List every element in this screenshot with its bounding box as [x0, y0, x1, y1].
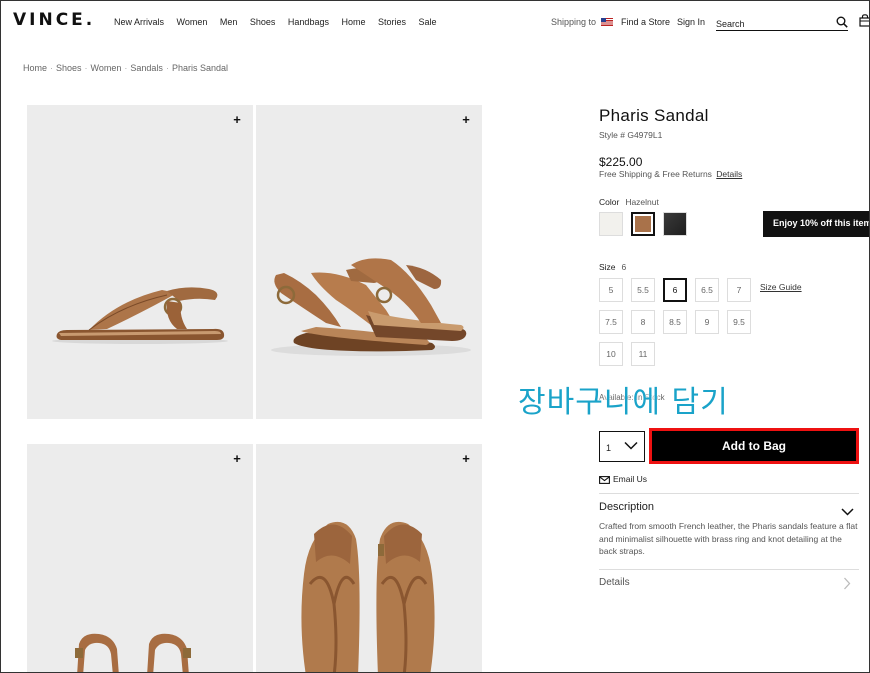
- product-title: Pharis Sandal: [599, 106, 709, 125]
- zoom-plus-icon[interactable]: +: [230, 452, 244, 466]
- breadcrumb-women[interactable]: Women: [91, 63, 122, 73]
- size-option[interactable]: 6.5: [695, 278, 719, 302]
- sign-in-link[interactable]: Sign In: [677, 17, 705, 27]
- size-option[interactable]: 5: [599, 278, 623, 302]
- zoom-plus-icon[interactable]: +: [230, 113, 244, 127]
- email-us-label: Email Us: [613, 474, 648, 484]
- envelope-icon: [599, 476, 610, 484]
- quantity-value: 1: [606, 443, 612, 453]
- shipping-details-link[interactable]: Details: [716, 169, 742, 179]
- chevron-down-icon[interactable]: [841, 503, 854, 521]
- size-option[interactable]: 5.5: [631, 278, 655, 302]
- product-image-side[interactable]: +: [27, 105, 253, 419]
- sandal-pair-view: [271, 258, 471, 356]
- size-option[interactable]: 8: [631, 310, 655, 334]
- nav-shoes[interactable]: Shoes: [250, 17, 276, 27]
- breadcrumb: Home · Shoes · Women · Sandals · Pharis Sandal: [23, 63, 228, 73]
- swatch-white[interactable]: [599, 212, 623, 236]
- shipping-text: Free Shipping & Free Returns: [599, 169, 712, 179]
- breadcrumb-current: Pharis Sandal: [171, 63, 228, 73]
- product-image-back[interactable]: +: [27, 444, 253, 672]
- zoom-plus-icon[interactable]: +: [459, 113, 473, 127]
- add-to-bag-button[interactable]: Add to Bag: [649, 428, 859, 464]
- nav-handbags[interactable]: Handbags: [288, 17, 329, 27]
- nav-sale[interactable]: Sale: [419, 17, 437, 27]
- size-label: Size: [599, 262, 616, 272]
- product-style-number: Style # G4979L1: [599, 130, 663, 140]
- find-store-link[interactable]: Find a Store: [621, 17, 670, 27]
- shipping-info: Free Shipping & Free Returns Details: [599, 169, 742, 179]
- color-value: Hazelnut: [625, 197, 659, 207]
- nav-stories[interactable]: Stories: [378, 17, 406, 27]
- color-row-label: Color Hazelnut: [599, 197, 659, 207]
- us-flag-icon: [600, 18, 613, 26]
- size-option-selected[interactable]: 6: [663, 278, 687, 302]
- annotation-add-to-cart: 장바구니에 담기: [518, 385, 729, 420]
- search-input[interactable]: [716, 17, 826, 31]
- description-toggle[interactable]: Description: [599, 501, 654, 513]
- size-option[interactable]: 7: [727, 278, 751, 302]
- page-frame: VINCE. New Arrivals Women Men Shoes Hand…: [0, 0, 870, 673]
- swatch-black[interactable]: [663, 212, 687, 236]
- size-option[interactable]: 7.5: [599, 310, 623, 334]
- sandal-side-view: [52, 287, 228, 344]
- product-image-pair[interactable]: +: [256, 105, 482, 419]
- size-guide-link[interactable]: Size Guide: [760, 282, 802, 292]
- breadcrumb-home[interactable]: Home: [23, 63, 47, 73]
- sandal-back-view: [75, 633, 191, 672]
- details-toggle[interactable]: Details: [599, 577, 630, 588]
- shopping-bag-icon[interactable]: [859, 14, 869, 32]
- swatch-hazelnut[interactable]: [631, 212, 655, 236]
- shipping-country[interactable]: Shipping to: [551, 17, 613, 27]
- sandal-top-view: [301, 521, 435, 672]
- description-text: Crafted from smooth French leather, the …: [599, 521, 858, 556]
- product-price: $225.00: [599, 155, 643, 169]
- chevron-right-icon[interactable]: [843, 577, 851, 595]
- nav-men[interactable]: Men: [220, 17, 238, 27]
- size-value: 6: [621, 262, 627, 272]
- size-option[interactable]: 8.5: [663, 310, 687, 334]
- vince-logo[interactable]: VINCE.: [13, 10, 95, 30]
- product-image-top[interactable]: +: [256, 444, 482, 672]
- size-row-label: Size 6: [599, 262, 626, 272]
- email-us-link[interactable]: Email Us: [599, 474, 647, 484]
- add-to-bag-label: Add to Bag: [652, 431, 856, 461]
- quantity-select[interactable]: 1: [599, 431, 645, 462]
- color-label: Color: [599, 197, 620, 207]
- size-option[interactable]: 10: [599, 342, 623, 366]
- promo-banner[interactable]: Enjoy 10% off this item: [763, 211, 869, 237]
- nav-home[interactable]: Home: [341, 17, 365, 27]
- nav-women[interactable]: Women: [177, 17, 208, 27]
- size-option[interactable]: 11: [631, 342, 655, 366]
- nav-new-arrivals[interactable]: New Arrivals: [114, 17, 164, 27]
- size-option[interactable]: 9.5: [727, 310, 751, 334]
- site-header: VINCE. New Arrivals Women Men Shoes Hand…: [1, 1, 869, 43]
- divider: [599, 569, 859, 570]
- chevron-down-icon: [624, 441, 638, 452]
- search-box: [716, 14, 848, 31]
- search-icon[interactable]: [836, 15, 848, 33]
- zoom-plus-icon[interactable]: +: [459, 452, 473, 466]
- main-nav: New Arrivals Women Men Shoes Handbags Ho…: [114, 17, 449, 27]
- shipping-label: Shipping to: [551, 17, 597, 27]
- divider: [599, 493, 859, 494]
- breadcrumb-sandals[interactable]: Sandals: [130, 63, 163, 73]
- breadcrumb-shoes[interactable]: Shoes: [56, 63, 82, 73]
- size-option[interactable]: 9: [695, 310, 719, 334]
